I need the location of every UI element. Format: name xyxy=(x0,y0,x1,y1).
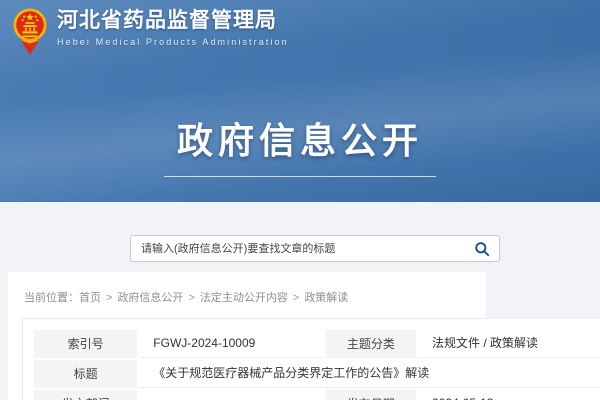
breadcrumb: 当前位置：首页 > 政府信息公开 > 法定主动公开内容 > 政策解读 xyxy=(24,289,348,305)
table-row: 标题 《关于规范医疗器械产品分类界定工作的公告》解读 xyxy=(34,360,600,388)
search-box[interactable] xyxy=(130,235,500,262)
field-label-title: 标题 xyxy=(34,360,137,388)
field-value-topic-category: 法规文件 / 政策解读 xyxy=(418,330,600,358)
field-label-publish-date: 发布日期 xyxy=(326,390,416,400)
breadcrumb-home[interactable]: 首页 xyxy=(79,292,101,304)
table-row: 发文部门 发布日期 2024-05-13 xyxy=(34,390,600,400)
table-row: 索引号 FGWJ-2024-10009 主题分类 法规文件 / 政策解读 xyxy=(34,330,600,358)
search-icon xyxy=(474,241,490,257)
field-value-title: 《关于规范医疗器械产品分类界定工作的公告》解读 xyxy=(139,360,600,388)
field-value-publish-date: 2024-05-13 xyxy=(418,390,600,400)
field-label-topic-category: 主题分类 xyxy=(326,330,416,358)
page: 河北省药品监督管理局 Hebei Medical Products Admini… xyxy=(0,0,600,400)
site-name-en: Hebei Medical Products Administration xyxy=(57,37,289,47)
site-name: 河北省药品监督管理局 xyxy=(57,8,289,34)
breadcrumb-gov-info[interactable]: 政府信息公开 xyxy=(117,292,183,304)
search-input[interactable] xyxy=(131,236,465,261)
search-button[interactable] xyxy=(465,236,499,261)
document-info-table-box: 索引号 FGWJ-2024-10009 主题分类 法规文件 / 政策解读 标题 … xyxy=(22,318,600,400)
breadcrumb-separator: > xyxy=(188,292,194,304)
document-info-table: 索引号 FGWJ-2024-10009 主题分类 法规文件 / 政策解读 标题 … xyxy=(32,328,600,400)
breadcrumb-policy-interpretation[interactable]: 政策解读 xyxy=(304,292,348,304)
breadcrumb-statutory-disclosure[interactable]: 法定主动公开内容 xyxy=(200,292,288,304)
banner-title-wrap: 政府信息公开 xyxy=(0,112,600,177)
search-section xyxy=(0,202,600,272)
china-national-emblem-icon xyxy=(13,8,47,56)
site-header-banner: 河北省药品监督管理局 Hebei Medical Products Admini… xyxy=(0,0,600,202)
breadcrumb-separator: > xyxy=(106,292,112,304)
field-label-issuing-department: 发文部门 xyxy=(34,390,137,400)
breadcrumb-label: 当前位置： xyxy=(24,292,79,304)
field-value-index-number: FGWJ-2024-10009 xyxy=(139,330,324,358)
field-value-issuing-department xyxy=(139,390,324,400)
breadcrumb-separator: > xyxy=(293,292,299,304)
field-label-index-number: 索引号 xyxy=(34,330,137,358)
banner-title-underline xyxy=(164,176,436,177)
site-brand-text: 河北省药品监督管理局 Hebei Medical Products Admini… xyxy=(57,8,289,47)
banner-title: 政府信息公开 xyxy=(177,112,423,164)
site-brand[interactable]: 河北省药品监督管理局 Hebei Medical Products Admini… xyxy=(13,8,289,56)
